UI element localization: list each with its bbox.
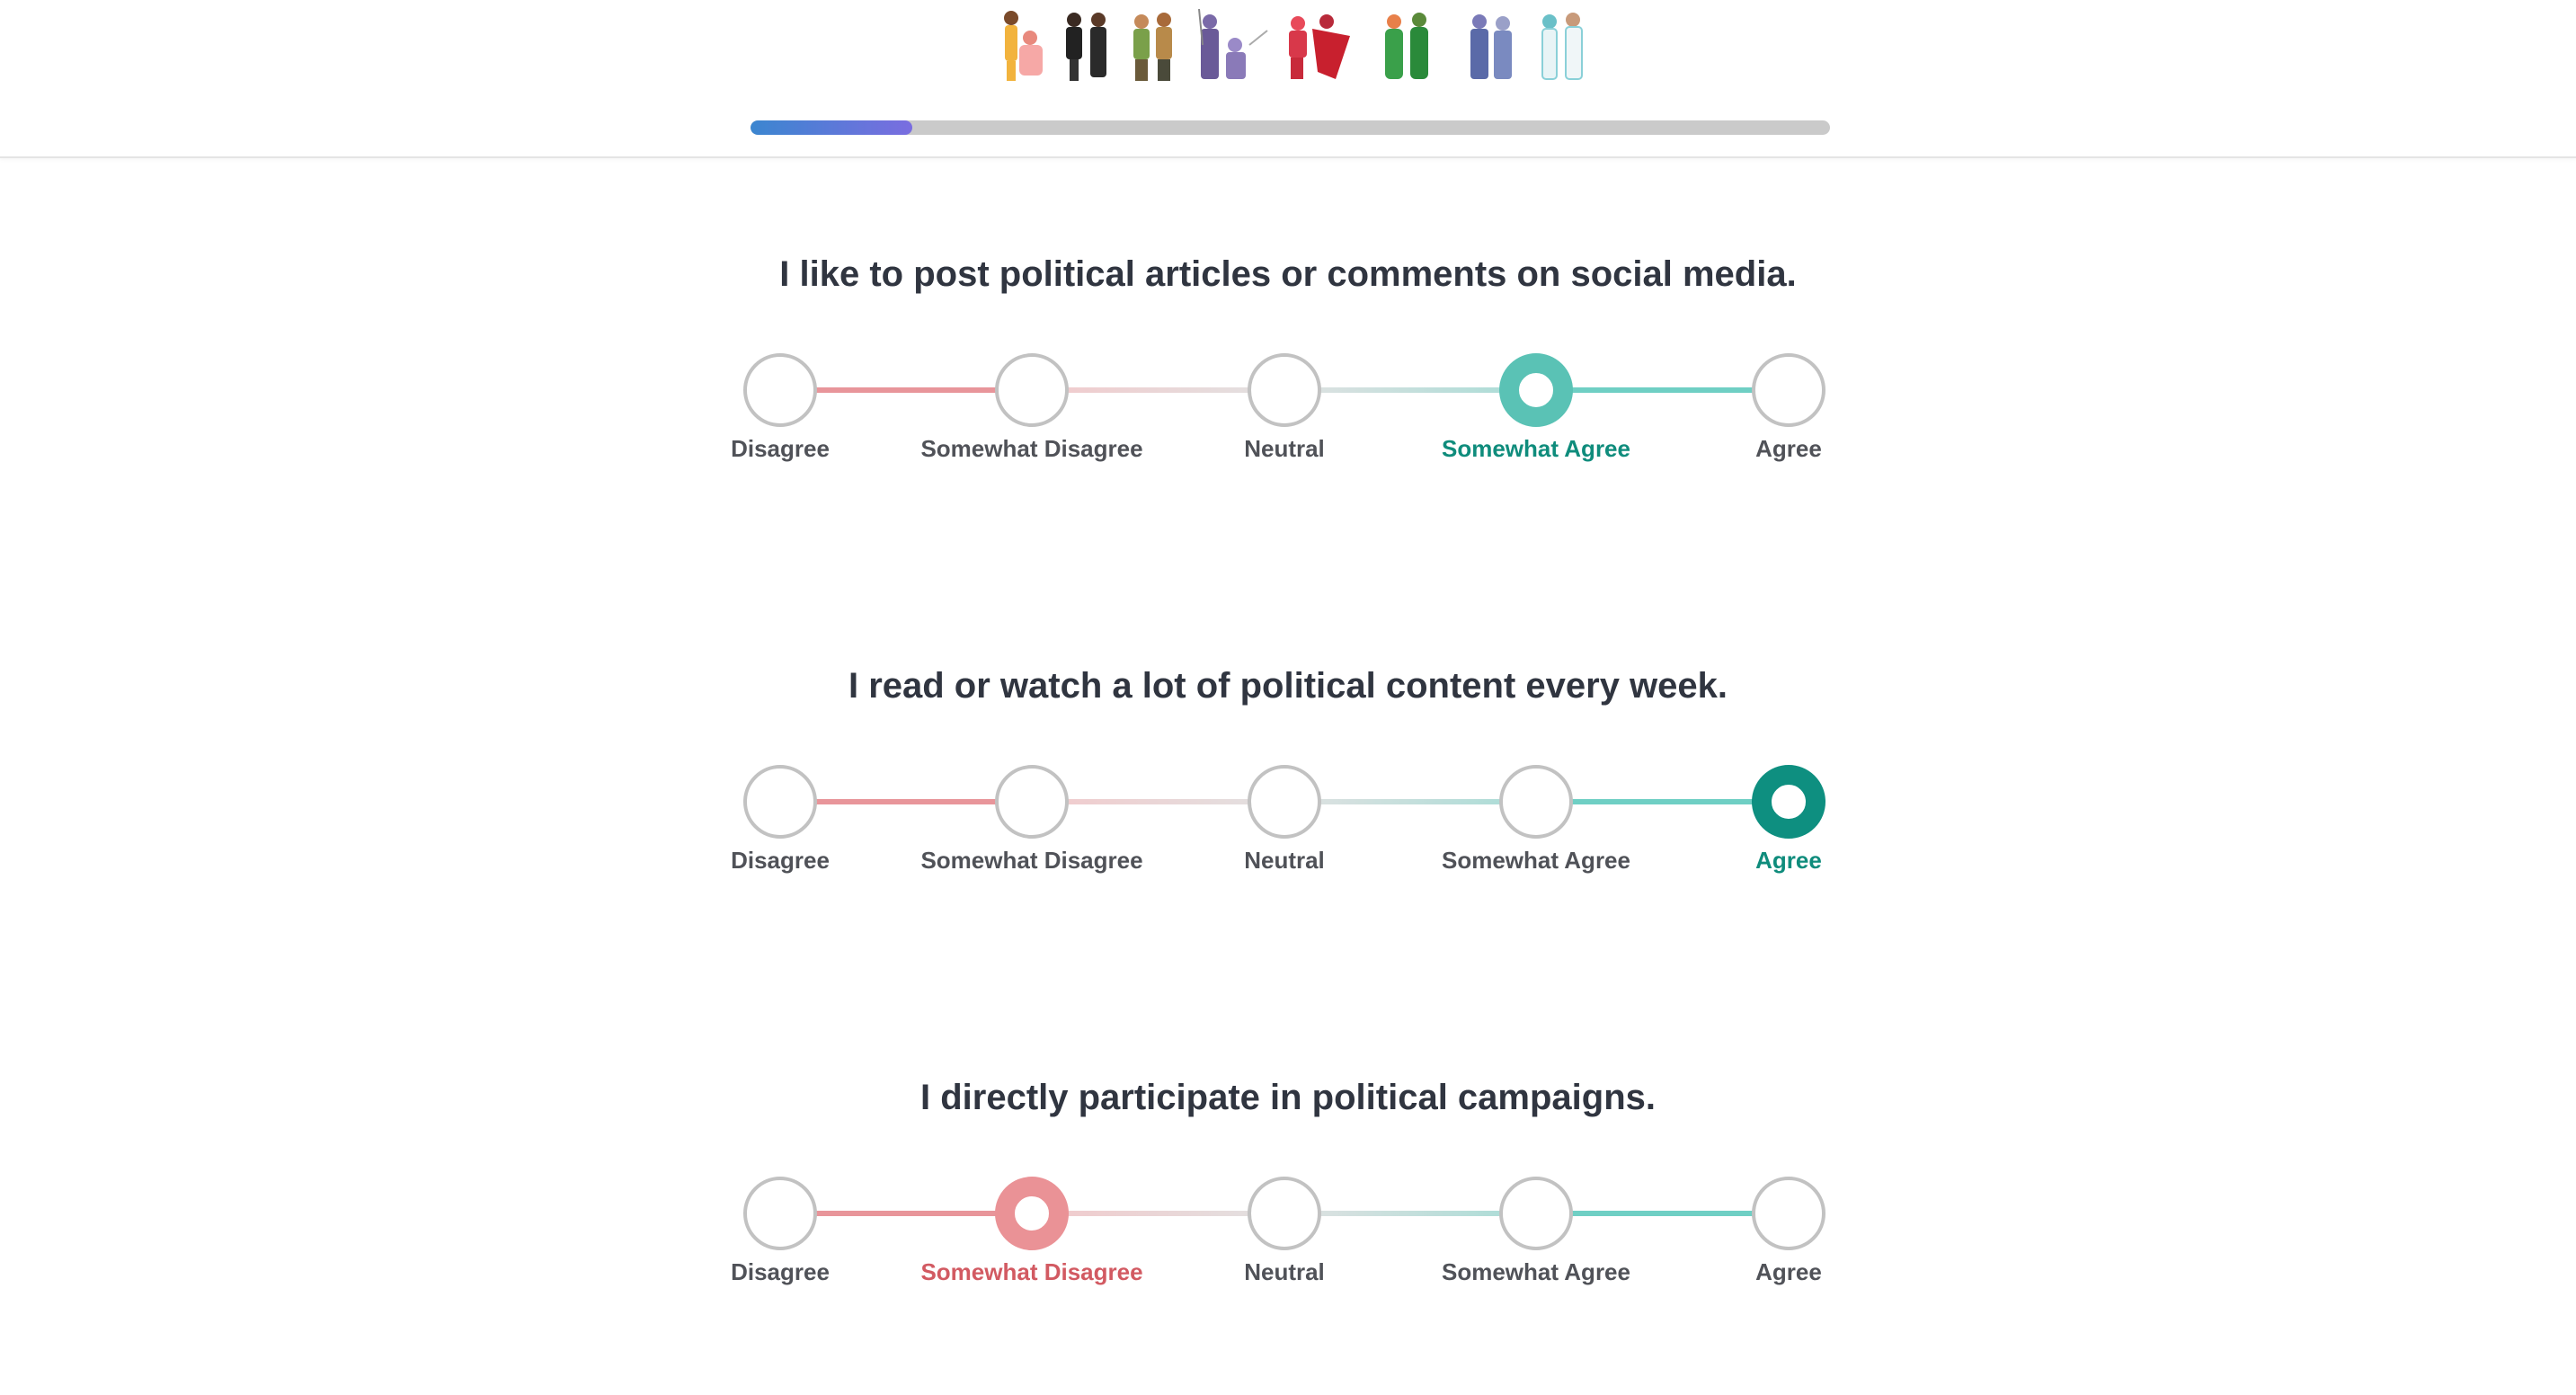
radio-selected[interactable] <box>1752 765 1825 839</box>
option-somewhat-disagree[interactable]: Somewhat Disagree <box>897 1143 1167 1285</box>
option-label: Neutral <box>1244 435 1325 462</box>
likert-scale: Disagree Somewhat Disagree Neutral Somewhat… <box>719 320 1861 464</box>
option-disagree[interactable]: Disagree <box>645 1143 915 1285</box>
question-text: I directly participate in political camp… <box>919 1078 1656 1117</box>
radio-unselected[interactable] <box>1752 353 1825 427</box>
option-label: Somewhat Agree <box>1442 1258 1630 1285</box>
radio-unselected[interactable] <box>743 353 817 427</box>
question-text: I read or watch a lot of political conte… <box>848 666 1728 706</box>
option-label: Agree <box>1755 435 1822 462</box>
header <box>0 0 2576 158</box>
option-label: Somewhat Disagree <box>920 847 1143 874</box>
option-disagree[interactable]: Disagree <box>645 732 915 874</box>
option-label: Agree <box>1755 847 1822 874</box>
option-label: Disagree <box>731 1258 830 1285</box>
progress-bar <box>751 120 1830 135</box>
option-somewhat-agree[interactable]: Somewhat Agree <box>1401 1143 1671 1285</box>
likert-scale: Disagree Somewhat Disagree Neutral Somewhat… <box>719 1143 1861 1287</box>
option-neutral[interactable]: Neutral <box>1150 320 1419 462</box>
option-label: Neutral <box>1244 847 1325 874</box>
radio-unselected[interactable] <box>743 765 817 839</box>
option-label: Somewhat Agree <box>1442 847 1630 874</box>
radio-unselected[interactable] <box>1248 765 1321 839</box>
option-neutral[interactable]: Neutral <box>1150 732 1419 874</box>
radio-unselected[interactable] <box>995 765 1069 839</box>
radio-unselected[interactable] <box>1499 765 1573 839</box>
radio-unselected[interactable] <box>1752 1177 1825 1250</box>
option-label: Disagree <box>731 847 830 874</box>
question-2: I read or watch a lot of political conte… <box>0 662 2576 931</box>
radio-unselected[interactable] <box>995 353 1069 427</box>
question-1: I like to post political articles or com… <box>0 250 2576 520</box>
option-agree[interactable]: Agree <box>1654 732 1923 874</box>
option-neutral[interactable]: Neutral <box>1150 1143 1419 1285</box>
characters-illustration-icon <box>1004 9 1583 81</box>
radio-unselected[interactable] <box>743 1177 817 1250</box>
option-agree[interactable]: Agree <box>1654 1143 1923 1285</box>
option-label: Somewhat Disagree <box>920 1258 1143 1285</box>
option-agree[interactable]: Agree <box>1654 320 1923 462</box>
option-somewhat-agree[interactable]: Somewhat Agree <box>1401 320 1671 462</box>
option-label: Disagree <box>731 435 830 462</box>
radio-selected[interactable] <box>995 1177 1069 1250</box>
option-label: Agree <box>1755 1258 1822 1285</box>
progress-bar-fill <box>751 120 913 135</box>
question-text: I like to post political articles or com… <box>779 254 1797 294</box>
radio-unselected[interactable] <box>1248 1177 1321 1250</box>
option-label: Somewhat Disagree <box>920 435 1143 462</box>
radio-unselected[interactable] <box>1248 353 1321 427</box>
option-somewhat-agree[interactable]: Somewhat Agree <box>1401 732 1671 874</box>
radio-unselected[interactable] <box>1499 1177 1573 1250</box>
option-disagree[interactable]: Disagree <box>645 320 915 462</box>
question-3: I directly participate in political camp… <box>0 1073 2576 1343</box>
option-somewhat-disagree[interactable]: Somewhat Disagree <box>897 320 1167 462</box>
option-label: Neutral <box>1244 1258 1325 1285</box>
radio-selected[interactable] <box>1499 353 1573 427</box>
option-somewhat-disagree[interactable]: Somewhat Disagree <box>897 732 1167 874</box>
likert-scale: Disagree Somewhat Disagree Neutral Somewhat… <box>719 732 1861 875</box>
option-label: Somewhat Agree <box>1442 435 1630 462</box>
